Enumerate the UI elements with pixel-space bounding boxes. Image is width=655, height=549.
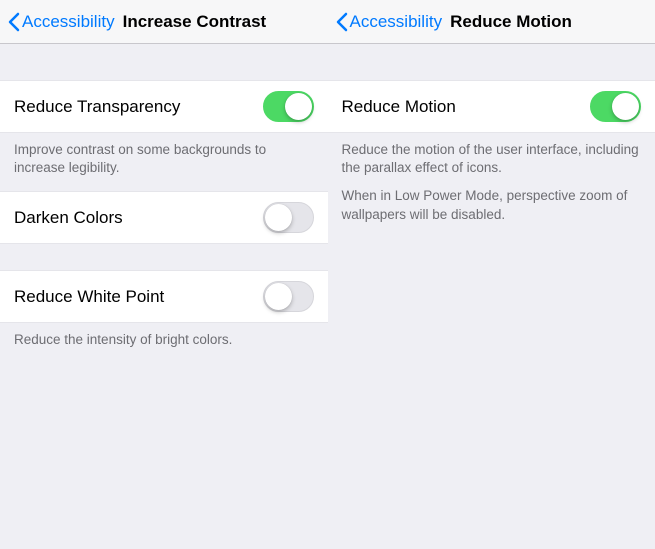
page-title-right: Reduce Motion [450,12,572,32]
label-reduce-motion: Reduce Motion [342,97,456,117]
label-darken-colors: Darken Colors [14,208,123,228]
toggle-reduce-white-point[interactable] [263,281,314,312]
back-label-right: Accessibility [350,12,443,32]
label-reduce-white-point: Reduce White Point [14,287,164,307]
chevron-left-icon [8,12,20,32]
toggle-darken-colors[interactable] [263,202,314,233]
toggle-reduce-transparency[interactable] [263,91,314,122]
back-button-right[interactable]: Accessibility [336,12,443,32]
footer-reduce-white-point: Reduce the intensity of bright colors. [0,323,328,363]
row-reduce-transparency: Reduce Transparency [0,80,328,133]
row-reduce-motion: Reduce Motion [328,80,655,133]
pane-increase-contrast: Accessibility Increase Contrast Reduce T… [0,0,328,549]
chevron-left-icon [336,12,348,32]
label-reduce-transparency: Reduce Transparency [14,97,180,117]
footer-reduce-transparency: Improve contrast on some backgrounds to … [0,133,328,191]
back-label-left: Accessibility [22,12,115,32]
navbar-left: Accessibility Increase Contrast [0,0,328,44]
toggle-reduce-motion[interactable] [590,91,641,122]
row-reduce-white-point: Reduce White Point [0,270,328,323]
pane-reduce-motion: Accessibility Reduce Motion Reduce Motio… [328,0,655,549]
navbar-right: Accessibility Reduce Motion [328,0,655,44]
row-darken-colors: Darken Colors [0,191,328,244]
page-title-left: Increase Contrast [123,12,267,32]
footer-reduce-motion: Reduce the motion of the user interface,… [328,133,655,238]
back-button-left[interactable]: Accessibility [8,12,115,32]
